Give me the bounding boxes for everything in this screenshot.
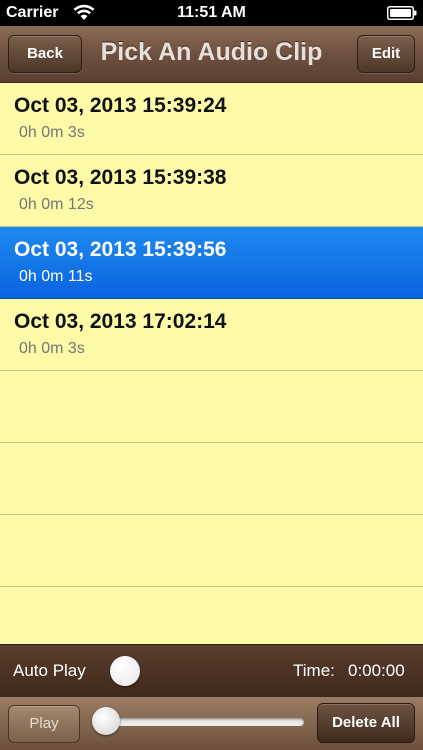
screen: Carrier 11:51 AM Back Pick An Audio Clip…	[0, 0, 423, 750]
clip-row[interactable]: Oct 03, 2013 17:02:14 0h 0m 3s	[0, 299, 423, 371]
status-time: 11:51 AM	[177, 4, 246, 21]
edit-button[interactable]: Edit	[357, 35, 415, 73]
empty-row	[0, 371, 423, 443]
play-button[interactable]: Play	[8, 705, 80, 743]
status-bar: Carrier 11:51 AM	[0, 0, 423, 26]
clip-list: Oct 03, 2013 15:39:24 0h 0m 3s Oct 03, 2…	[0, 83, 423, 643]
time-label: Time:	[293, 661, 335, 680]
clip-duration: 0h 0m 12s	[19, 196, 94, 213]
playback-slider[interactable]	[92, 707, 304, 737]
clip-title: Oct 03, 2013 15:39:38	[14, 166, 227, 189]
slider-track	[92, 718, 304, 726]
clip-duration: 0h 0m 3s	[19, 124, 85, 141]
delete-all-button[interactable]: Delete All	[317, 703, 415, 743]
clip-title: Oct 03, 2013 15:39:56	[14, 238, 227, 261]
nav-bar: Back Pick An Audio Clip Edit	[0, 26, 423, 83]
auto-play-toggle[interactable]	[110, 656, 140, 686]
clip-duration: 0h 0m 11s	[19, 268, 93, 285]
toolbar: Play Delete All	[0, 696, 423, 750]
clip-row[interactable]: Oct 03, 2013 15:39:38 0h 0m 12s	[0, 155, 423, 227]
clip-duration: 0h 0m 3s	[19, 340, 85, 357]
empty-row	[0, 515, 423, 587]
time-value: 0:00:00	[348, 661, 405, 680]
battery-icon	[387, 6, 417, 20]
auto-play-label: Auto Play	[13, 661, 86, 680]
slider-thumb[interactable]	[92, 707, 120, 735]
empty-row	[0, 443, 423, 515]
clip-title: Oct 03, 2013 17:02:14	[14, 310, 227, 333]
clip-row[interactable]: Oct 03, 2013 15:39:56 0h 0m 11s	[0, 227, 423, 299]
auto-play-bar: Auto Play Time: 0:00:00	[0, 644, 423, 697]
clip-title: Oct 03, 2013 15:39:24	[14, 94, 227, 117]
clip-row[interactable]: Oct 03, 2013 15:39:24 0h 0m 3s	[0, 83, 423, 155]
